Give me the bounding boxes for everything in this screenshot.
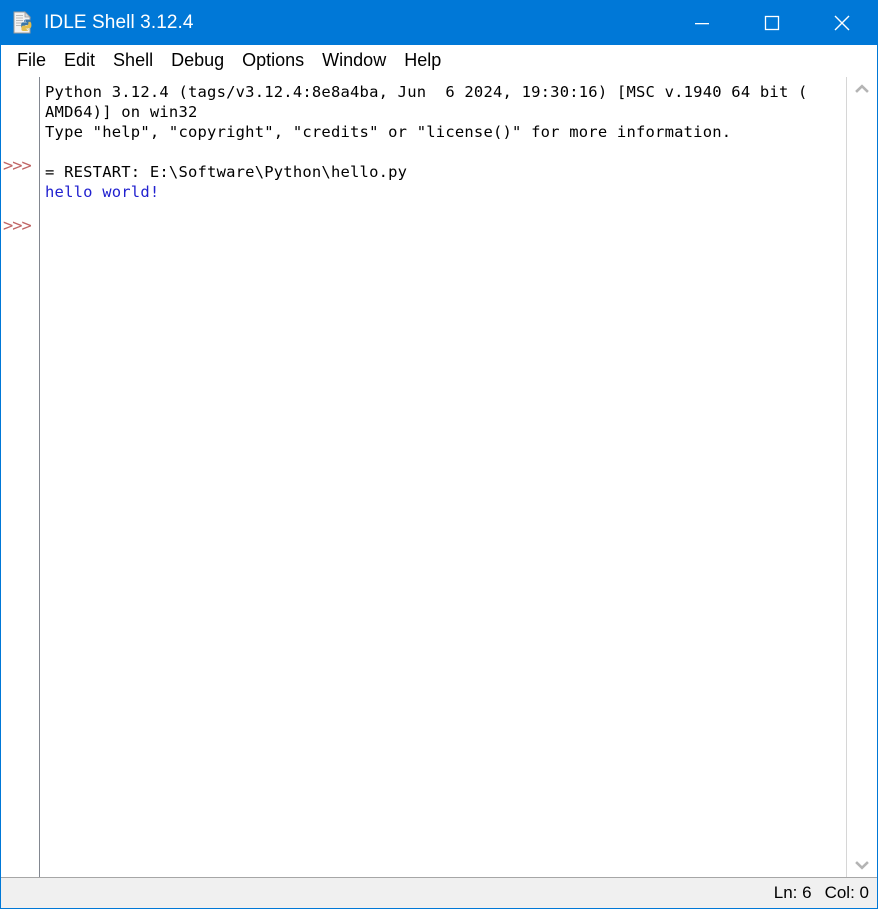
window-controls <box>667 1 877 45</box>
menu-item-debug[interactable]: Debug <box>162 47 233 74</box>
python-file-icon <box>13 11 32 34</box>
chevron-down-icon <box>855 861 869 870</box>
window-title: IDLE Shell 3.12.4 <box>44 12 194 33</box>
console-line: Type "help", "copyright", "credits" or "… <box>45 123 732 141</box>
minimize-icon <box>695 23 709 25</box>
menu-bar: File Edit Shell Debug Options Window Hel… <box>1 45 877 76</box>
status-line-number: Ln: 6 <box>773 883 812 902</box>
maximize-icon <box>764 15 780 31</box>
menu-item-options[interactable]: Options <box>233 47 313 74</box>
close-button[interactable] <box>807 1 877 45</box>
menu-item-edit[interactable]: Edit <box>55 47 104 74</box>
console-line-restart: = RESTART: E:\Software\Python\hello.py <box>45 163 408 181</box>
console-line: Python 3.12.4 (tags/v3.12.4:8e8a4ba, Jun… <box>45 83 808 101</box>
minimize-button[interactable] <box>667 1 737 45</box>
scroll-up-button[interactable] <box>847 77 877 101</box>
status-column-number: Col: 0 <box>824 883 869 902</box>
status-bar: Ln: 6 Col: 0 <box>1 877 877 908</box>
menu-item-window[interactable]: Window <box>313 47 395 74</box>
scroll-down-button[interactable] <box>847 853 877 877</box>
vertical-scrollbar[interactable] <box>846 77 877 877</box>
menu-item-help[interactable]: Help <box>395 47 450 74</box>
console-line-output: hello world! <box>45 183 160 201</box>
prompt-marker: >>> <box>3 156 32 176</box>
menu-item-shell[interactable]: Shell <box>104 47 162 74</box>
prompt-gutter: >>> >>> <box>1 77 40 877</box>
scrollbar-track[interactable] <box>847 101 877 853</box>
shell-output-text[interactable]: Python 3.12.4 (tags/v3.12.4:8e8a4ba, Jun… <box>40 77 846 877</box>
shell-area: >>> >>> Python 3.12.4 (tags/v3.12.4:8e8a… <box>1 76 877 877</box>
idle-shell-window: IDLE Shell 3.12.4 File Edit Shell Debug … <box>0 0 878 909</box>
menu-item-file[interactable]: File <box>8 47 55 74</box>
prompt-marker: >>> <box>3 216 32 236</box>
chevron-up-icon <box>855 84 869 93</box>
close-icon <box>834 15 850 31</box>
console-line: AMD64)] on win32 <box>45 103 198 121</box>
maximize-button[interactable] <box>737 1 807 45</box>
title-bar[interactable]: IDLE Shell 3.12.4 <box>1 1 877 45</box>
